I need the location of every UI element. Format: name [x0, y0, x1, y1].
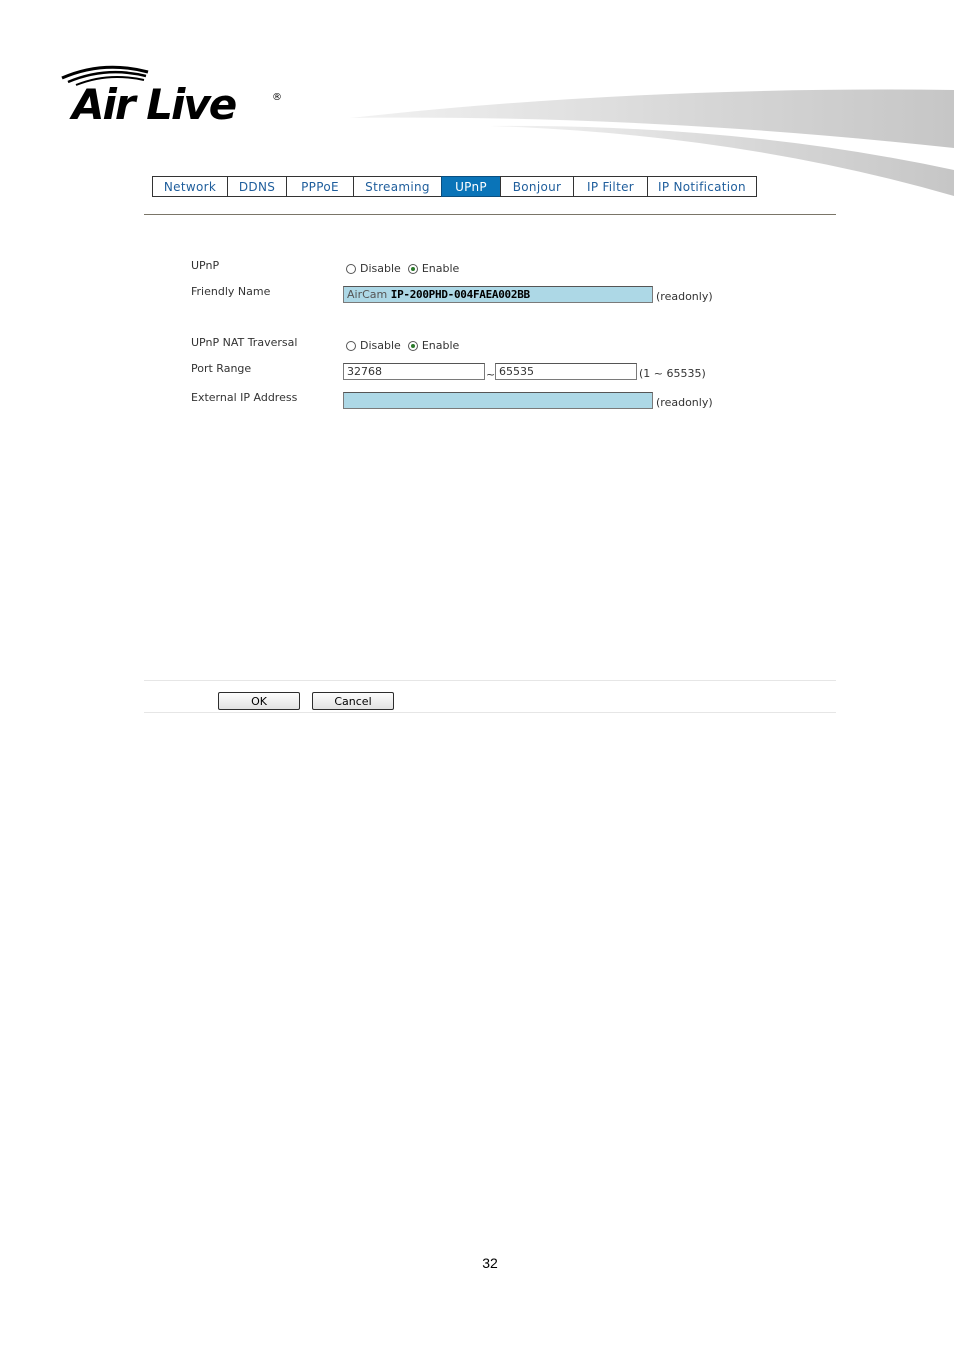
friendly-name-note: (readonly) [656, 290, 713, 303]
port-range-label: Port Range [191, 362, 252, 375]
upnp-disable-radio[interactable] [346, 263, 356, 274]
upnp-label: UPnP [191, 259, 220, 272]
upnp-enable-radio[interactable] [407, 263, 418, 274]
nat-traversal-label: UPnP NAT Traversal [191, 336, 298, 349]
upnp-enable-label: Enable [421, 262, 460, 275]
settings-tabs: Network DDNS PPPoE Streaming UPnP Bonjou… [152, 176, 757, 197]
airlive-logo: Air Live ® [61, 65, 282, 124]
nat-disable-label: Disable [360, 339, 401, 352]
tab-upnp[interactable]: UPnP [441, 176, 501, 197]
nat-enable-label: Enable [421, 339, 460, 352]
tab-ip-filter[interactable]: IP Filter [573, 176, 648, 197]
port-range-from-input[interactable]: 32768 [343, 363, 485, 380]
cancel-button[interactable]: Cancel [312, 692, 394, 710]
tab-network[interactable]: Network [152, 176, 228, 197]
port-range-to-input[interactable]: 65535 [495, 363, 637, 380]
registered-mark: ® [272, 92, 282, 103]
port-range-note: (1 ~ 65535) [639, 367, 706, 380]
tab-ip-notification[interactable]: IP Notification [647, 176, 757, 197]
friendly-name-value: IP-200PHD-004FAEA002BB [390, 288, 530, 301]
friendly-name-label: Friendly Name [191, 285, 271, 298]
external-ip-note: (readonly) [656, 396, 713, 409]
tab-pppoe[interactable]: PPPoE [286, 176, 354, 197]
port-range-separator: ~ [486, 368, 496, 381]
tab-ddns[interactable]: DDNS [227, 176, 287, 197]
external-ip-label: External IP Address [191, 391, 298, 404]
ok-button[interactable]: OK [218, 692, 300, 710]
page-number: 32 [482, 1255, 498, 1271]
upnp-radio-group: Disable Enable [346, 262, 466, 275]
header-divider [144, 214, 836, 215]
friendly-name-field[interactable]: AirCam IP-200PHD-004FAEA002BB [343, 286, 653, 303]
tab-bonjour[interactable]: Bonjour [500, 176, 574, 197]
nat-traversal-radio-group: Disable Enable [346, 339, 466, 352]
svg-text:Air Live: Air Live [69, 80, 236, 124]
button-bar-bottom-divider [144, 712, 836, 713]
external-ip-field[interactable] [343, 392, 653, 409]
tab-streaming[interactable]: Streaming [353, 176, 442, 197]
upnp-disable-label: Disable [360, 262, 401, 275]
nat-disable-radio[interactable] [346, 340, 356, 351]
nat-enable-radio[interactable] [407, 340, 418, 351]
button-bar-top-divider [144, 680, 836, 681]
friendly-name-prefix: AirCam [347, 288, 388, 301]
